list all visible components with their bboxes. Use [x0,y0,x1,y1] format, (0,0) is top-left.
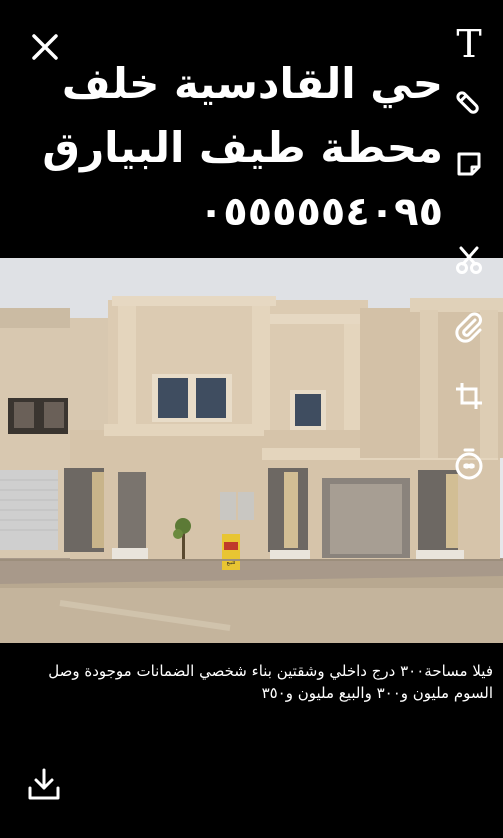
text-icon: T [456,22,482,66]
caption-line-1: حي القادسية خلف [61,59,443,108]
download-icon [28,768,60,800]
property-photo: للبيع [0,258,503,643]
sticker-tool-button[interactable] [449,144,489,184]
paperclip-tool-button[interactable] [449,308,489,348]
pencil-icon [456,91,479,114]
close-button[interactable] [28,30,62,64]
caption-line-2: محطة طيف البيارق [42,123,443,172]
edit-toolbar: T [449,24,489,504]
villa-photo-svg: للبيع [0,258,503,643]
timer-icon [455,448,483,480]
paperclip-icon [455,312,482,343]
timer-tool-button[interactable] [449,444,489,484]
crop-tool-button[interactable] [449,376,489,416]
scissors-icon [456,246,482,274]
caption-overlay[interactable]: حي القادسية خلف محطة طيف البيارق ٠٥٥٥٥٥٤… [23,52,443,244]
scissors-tool-button[interactable] [449,240,489,280]
pencil-tool-button[interactable] [449,84,489,124]
sticker-icon [457,152,481,176]
crop-icon [456,383,482,409]
listing-description: فيلا مساحة٣٠٠ درج داخلي وشقتين بناء شخصي… [48,662,493,702]
text-tool-button[interactable]: T [449,24,489,64]
close-icon [32,34,58,60]
snap-editor-screen: للبيع حي القادسية خلف محطة طيف البيارق ٠… [0,0,503,838]
download-button[interactable] [26,766,62,802]
caption-phone: ٠٥٥٥٥٥٤٠٩٥ [198,189,443,235]
